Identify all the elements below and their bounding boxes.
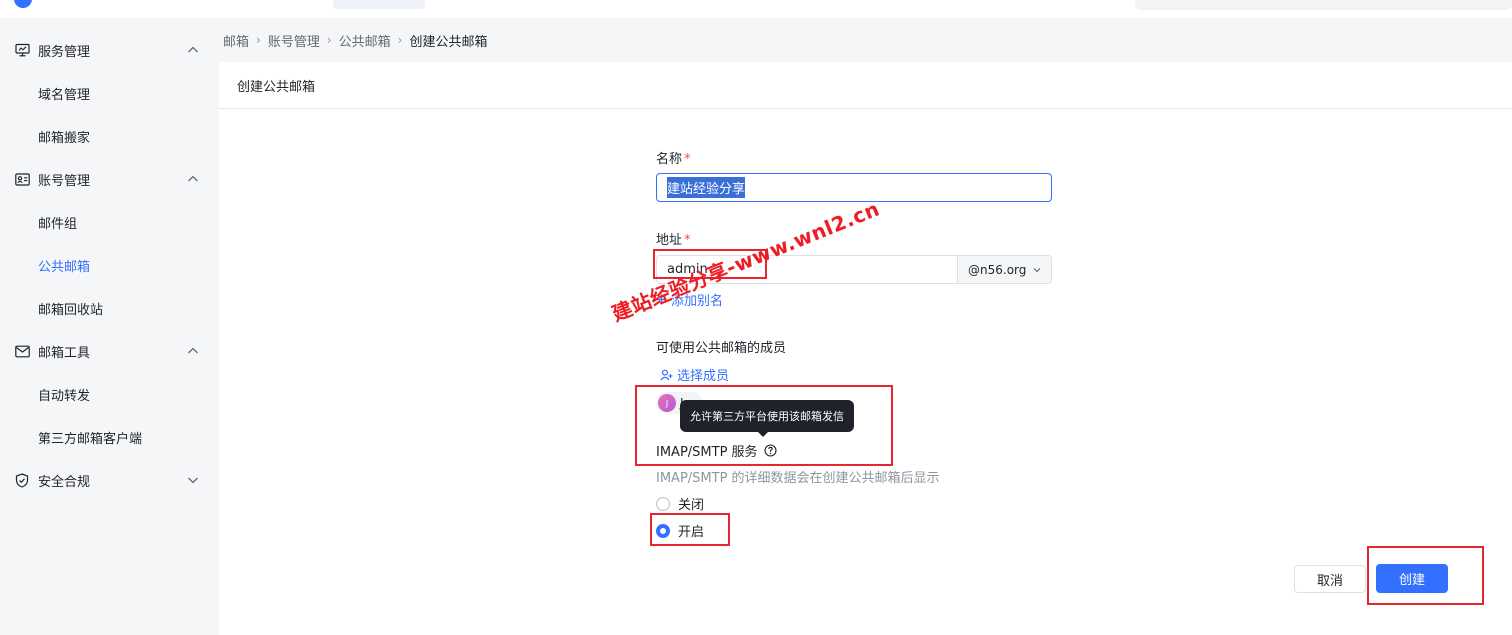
sidebar-group-label: 账号管理 [38,173,91,189]
address-label: 地址 * [656,229,691,248]
sidebar-group-label: 服务管理 [38,44,91,60]
sidebar-group-security[interactable]: 安全合规 [0,460,219,500]
create-button[interactable]: 创建 [1376,564,1448,593]
chevron-down-icon [1033,267,1041,272]
radio-off-label: 关闭 [678,498,705,513]
members-label: 可使用公共邮箱的成员 [656,341,787,356]
sidebar-group-accounts[interactable]: 账号管理 [0,159,219,199]
breadcrumb-accounts[interactable]: 账号管理 [268,31,320,50]
main-panel: 创建公共邮箱 名称 * 建站经验分享 地址 * admin @n56.org 添加别… [219,62,1512,635]
sidebar-item-migration[interactable]: 邮箱搬家 [0,116,219,156]
name-input[interactable]: 建站经验分享 [656,173,1052,202]
required-mark: * [684,233,691,248]
radio-off[interactable]: 关闭 [656,494,704,513]
id-card-icon [14,171,30,187]
chevron-up-icon[interactable] [185,42,201,58]
chevron-right-icon: › [256,33,261,47]
select-members-button[interactable]: 选择成员 [660,365,729,384]
name-label-text: 名称 [656,152,683,167]
sidebar-item-recycle-bin[interactable]: 邮箱回收站 [0,288,219,328]
mail-icon [14,343,30,359]
page-title: 创建公共邮箱 [219,62,1512,109]
cancel-button[interactable]: 取消 [1294,565,1366,593]
chevron-up-icon[interactable] [185,171,201,187]
imap-label: IMAP/SMTP 服务 [656,441,777,460]
chevron-right-icon: › [326,33,332,47]
help-icon[interactable] [763,444,777,457]
chevron-down-icon[interactable] [185,472,201,488]
domain-select-value: @n56.org [968,262,1027,277]
sidebar: 服务管理 域名管理 邮箱搬家 账号管理 邮件组 公共邮箱 邮箱回收站 邮箱工具 … [0,18,219,635]
radio-on[interactable]: 开启 [656,521,704,540]
sidebar-group-service[interactable]: 服务管理 [0,30,219,70]
sidebar-group-label: 安全合规 [38,474,91,490]
name-input-value: 建站经验分享 [667,177,746,198]
radio-circle-checked [656,523,670,538]
sidebar-item-domain[interactable]: 域名管理 [0,73,219,113]
sidebar-item-mail-group[interactable]: 邮件组 [0,202,219,242]
avatar: J [658,394,676,412]
user-add-icon [660,369,673,380]
chevron-right-icon: › [397,33,403,47]
sidebar-item-public-mailbox[interactable]: 公共邮箱 [0,245,219,285]
breadcrumb-current: 创建公共邮箱 [409,34,488,50]
top-nav-tab[interactable] [333,0,425,9]
sidebar-item-auto-forward[interactable]: 自动转发 [0,374,219,414]
imap-tooltip: 允许第三方平台使用该邮箱发信 [680,400,854,437]
top-bar [0,0,1512,18]
domain-select[interactable]: @n56.org [957,256,1051,283]
radio-on-label: 开启 [678,525,705,540]
required-mark: * [684,152,691,167]
imap-label-text: IMAP/SMTP 服务 [656,445,758,460]
address-label-text: 地址 [656,233,683,248]
monitor-icon [14,42,30,58]
sidebar-group-tools[interactable]: 邮箱工具 [0,331,219,371]
chevron-up-icon[interactable] [185,343,201,359]
breadcrumb-mailbox[interactable]: 邮箱 [223,31,249,50]
sidebar-item-third-party-client[interactable]: 第三方邮箱客户端 [0,417,219,457]
imap-hint: IMAP/SMTP 的详细数据会在创建公共邮箱后显示 [656,471,940,486]
top-search-box[interactable] [1135,0,1512,10]
radio-circle [656,496,670,511]
shield-icon [14,472,30,488]
breadcrumb-public-mailbox[interactable]: 公共邮箱 [339,31,391,50]
app-logo[interactable] [14,0,32,8]
breadcrumb: 邮箱 › 账号管理 › 公共邮箱 › 创建公共邮箱 [219,18,1512,62]
select-members-label: 选择成员 [677,369,730,384]
sidebar-group-label: 邮箱工具 [38,345,91,361]
name-label: 名称 * [656,148,691,167]
